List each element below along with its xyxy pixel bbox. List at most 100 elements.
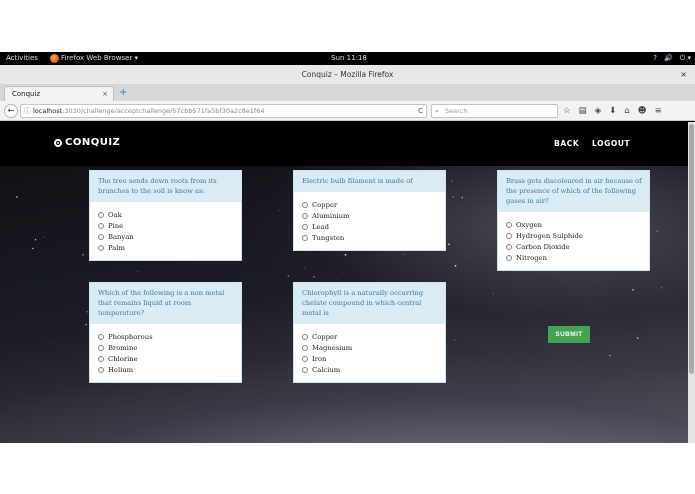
- option[interactable]: Tungsten: [302, 233, 437, 244]
- option-label: Bromine: [108, 343, 138, 352]
- bookmark-star-icon[interactable]: ☆: [563, 104, 571, 118]
- option[interactable]: Oak: [98, 209, 233, 220]
- option[interactable]: Banyan: [98, 231, 233, 242]
- system-tray[interactable]: ? 🔊 ⏻ ▾: [653, 52, 691, 65]
- star: [461, 196, 463, 199]
- radio-button[interactable]: [98, 355, 104, 362]
- option-label: Magnesium: [312, 343, 353, 352]
- option[interactable]: Phosphorous: [98, 331, 233, 342]
- star: [137, 270, 139, 273]
- radio-button[interactable]: [302, 201, 308, 208]
- reload-icon[interactable]: C: [418, 105, 423, 117]
- new-tab-button[interactable]: +: [119, 86, 127, 99]
- toolbar-icons: ☆ ▤ ◈ ⬇ ⌂ ☻ ≡: [563, 104, 662, 118]
- option[interactable]: Palm: [98, 243, 233, 254]
- radio-button[interactable]: [98, 222, 104, 229]
- option-label: Iron: [312, 354, 327, 363]
- reading-list-icon[interactable]: ▤: [579, 104, 587, 118]
- star: [636, 337, 639, 339]
- option-label: Palm: [108, 244, 125, 253]
- tab-close-icon[interactable]: ×: [102, 87, 108, 101]
- radio-button[interactable]: [302, 355, 308, 362]
- option[interactable]: Helium: [98, 365, 233, 376]
- option[interactable]: Bromine: [98, 342, 233, 353]
- options-list: Copper Aluminium Lead Tungsten: [294, 192, 445, 250]
- option[interactable]: Magnesium: [302, 342, 437, 353]
- radio-button[interactable]: [506, 243, 512, 250]
- option-label: Lead: [312, 222, 329, 231]
- star: [451, 180, 453, 182]
- radio-button[interactable]: [98, 211, 104, 218]
- option[interactable]: Pine: [98, 220, 233, 231]
- site-logo[interactable]: CONQUIZ: [54, 137, 120, 148]
- star: [632, 288, 634, 291]
- question-text: The tree sends down roots from its branc…: [90, 171, 241, 202]
- window-close-button[interactable]: ×: [680, 65, 687, 85]
- question-text: Electric bulb filament is made of: [294, 171, 445, 192]
- chat-icon[interactable]: ☻: [638, 104, 647, 118]
- radio-button[interactable]: [506, 255, 512, 262]
- star: [312, 275, 315, 278]
- option[interactable]: Hydrogen Sulphide: [506, 230, 641, 241]
- star: [609, 355, 611, 357]
- option[interactable]: Copper: [302, 331, 437, 342]
- logout-link[interactable]: LOGOUT: [592, 139, 630, 148]
- option[interactable]: Aluminium: [302, 210, 437, 221]
- app-menu[interactable]: Firefox Web Browser ▾: [50, 52, 138, 65]
- radio-button[interactable]: [302, 212, 308, 219]
- option-label: Oak: [108, 210, 122, 219]
- tab-conquiz[interactable]: Conquiz ×: [4, 86, 114, 101]
- hamburger-menu-icon[interactable]: ≡: [655, 104, 662, 118]
- star: [344, 253, 347, 256]
- question-card-2: Electric bulb filament is made of Copper…: [293, 170, 446, 251]
- option[interactable]: Iron: [302, 353, 437, 364]
- option-label: Banyan: [108, 232, 134, 241]
- option[interactable]: Lead: [302, 221, 437, 232]
- star: [402, 253, 404, 255]
- web-page: CONQUIZ BACK LOGOUT The tree sends down …: [0, 122, 688, 443]
- radio-button[interactable]: [98, 333, 104, 340]
- options-list: Oxygen Hydrogen Sulphide Carbon Dioxide …: [498, 212, 649, 270]
- tab-strip: Conquiz × +: [0, 85, 695, 101]
- clock[interactable]: Sun 11:18: [329, 52, 369, 65]
- option[interactable]: Calcium: [302, 365, 437, 376]
- question-card-5: Chlorophyll is a naturally occurring che…: [293, 282, 446, 383]
- star: [278, 210, 280, 212]
- radio-button[interactable]: [302, 367, 308, 374]
- search-input[interactable]: ⌕ Search: [431, 104, 558, 118]
- question-text: Which of the following is a non metal th…: [90, 283, 241, 324]
- site-info-icon[interactable]: ⓘ: [24, 105, 31, 117]
- radio-button[interactable]: [302, 235, 308, 242]
- pocket-icon[interactable]: ◈: [595, 104, 602, 118]
- back-link[interactable]: BACK: [554, 139, 579, 148]
- downloads-icon[interactable]: ⬇: [609, 104, 616, 118]
- radio-button[interactable]: [302, 333, 308, 340]
- option[interactable]: Chlorine: [98, 353, 233, 364]
- radio-button[interactable]: [98, 233, 104, 240]
- radio-button[interactable]: [302, 223, 308, 230]
- option[interactable]: Nitrogen: [506, 253, 641, 264]
- option-label: Copper: [312, 332, 338, 341]
- activities-button[interactable]: Activities: [6, 52, 38, 65]
- radio-button[interactable]: [98, 245, 104, 252]
- radio-button[interactable]: [302, 344, 308, 351]
- page-scrollbar[interactable]: [688, 122, 695, 443]
- radio-button[interactable]: [98, 344, 104, 351]
- star: [32, 247, 34, 250]
- option[interactable]: Oxygen: [506, 219, 641, 230]
- radio-button[interactable]: [98, 367, 104, 374]
- home-icon[interactable]: ⌂: [624, 104, 629, 118]
- radio-button[interactable]: [506, 232, 512, 239]
- back-arrow-button[interactable]: ←: [4, 104, 18, 118]
- option-label: Oxygen: [516, 220, 542, 229]
- site-header: CONQUIZ BACK LOGOUT: [0, 122, 688, 166]
- radio-button[interactable]: [506, 221, 512, 228]
- url-bar[interactable]: ⓘ localhost:3030/challenge/acceptchallen…: [20, 104, 427, 118]
- option[interactable]: Copper: [302, 199, 437, 210]
- question-text: Brass gets discoloured in air because of…: [498, 171, 649, 212]
- star: [16, 196, 18, 198]
- option-label: Phosphorous: [108, 332, 153, 341]
- option[interactable]: Carbon Dioxide: [506, 241, 641, 252]
- submit-button[interactable]: SUBMIT: [548, 326, 590, 343]
- scrollbar-thumb[interactable]: [689, 124, 694, 374]
